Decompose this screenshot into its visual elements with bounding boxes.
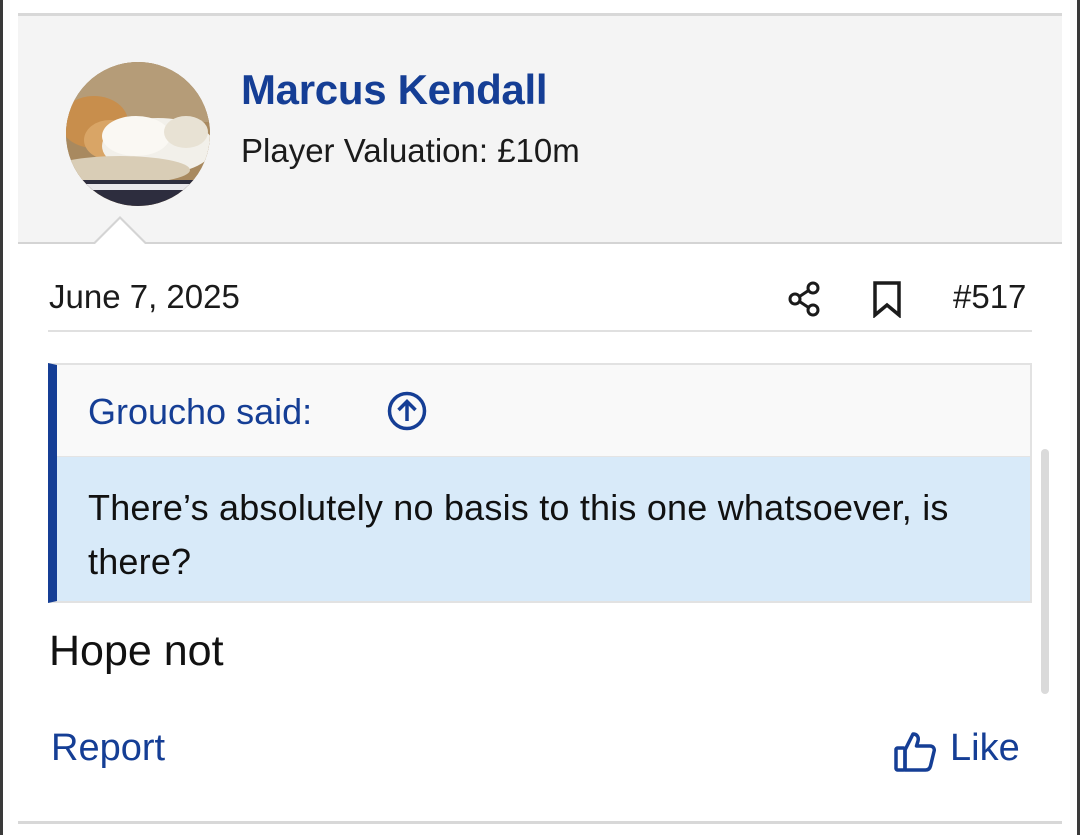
thumbs-up-icon	[894, 732, 936, 772]
window-frame-left	[0, 0, 3, 835]
bookmark-button[interactable]	[870, 280, 904, 319]
scrollbar[interactable]	[1041, 449, 1049, 694]
username[interactable]: Marcus Kendall	[241, 66, 548, 114]
meta-divider	[48, 330, 1032, 332]
post-date[interactable]: June 7, 2025	[49, 278, 240, 316]
post-bottom-divider	[18, 821, 1062, 824]
quote-header: Groucho said:	[57, 365, 1030, 456]
arrow-up-circle-icon	[387, 391, 427, 431]
post-number-link[interactable]: #517	[953, 278, 1026, 316]
quote-body: There’s absolutely no basis to this one …	[57, 456, 1030, 601]
like-label: Like	[950, 727, 1020, 769]
avatar[interactable]	[66, 62, 210, 206]
quote-author[interactable]: Groucho said:	[88, 391, 312, 433]
bookmark-icon	[873, 281, 901, 319]
header-pointer-fill	[94, 219, 146, 245]
share-button[interactable]	[786, 280, 824, 318]
quote-block: Groucho said: There’s absolutely no basi…	[48, 363, 1032, 603]
avatar-image	[66, 62, 210, 206]
user-header: Marcus Kendall Player Valuation: £10m	[18, 16, 1062, 244]
post-message: Hope not	[49, 627, 224, 675]
report-link[interactable]: Report	[51, 727, 165, 770]
share-icon	[788, 281, 820, 317]
user-title: Player Valuation: £10m	[241, 132, 580, 169]
quote-text: There’s absolutely no basis to this one …	[88, 487, 949, 582]
quote-jump-button[interactable]	[386, 390, 428, 432]
